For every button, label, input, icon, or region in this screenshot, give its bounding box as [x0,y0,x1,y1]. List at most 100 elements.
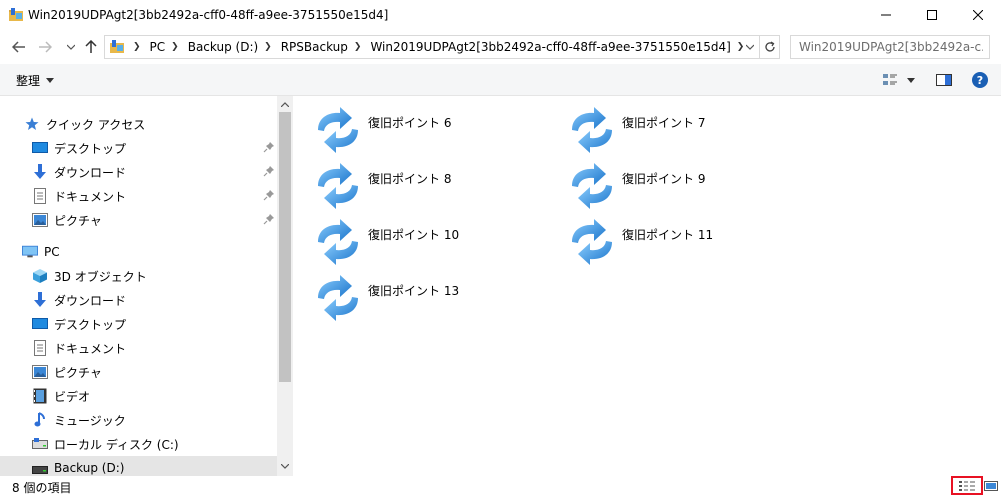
nav-pictures[interactable]: ピクチャ [0,360,277,384]
help-icon: ? [972,72,988,88]
maximize-button[interactable] [909,0,955,30]
breadcrumb-separator-icon[interactable]: ❯ [264,42,272,52]
scrollbar-thumb[interactable] [279,112,291,382]
document-icon [32,340,48,356]
item-label: 復旧ポイント 6 [368,116,452,130]
chevron-down-icon [67,44,75,50]
nav-quick-access[interactable]: クイック アクセス [0,112,277,136]
help-button[interactable]: ? [970,70,990,90]
picture-icon [32,364,48,380]
list-item[interactable]: 復旧ポイント 9 [566,160,806,212]
nav-item-label: ダウンロード [54,293,127,308]
music-icon [32,412,48,428]
view-dropdown-button[interactable] [904,70,918,90]
pin-icon[interactable] [263,141,275,153]
chevron-down-icon [46,78,55,83]
nav-downloads[interactable]: ダウンロード [0,288,277,312]
item-label: 復旧ポイント 9 [622,172,706,186]
organize-button[interactable]: 整理 [16,72,55,89]
address-row: ❯ PC ❯ Backup (D:) ❯ RPSBackup ❯ Win2019… [0,32,1001,62]
breadcrumb-rpsbackup[interactable]: RPSBackup [281,40,348,54]
large-icons-view-button[interactable] [983,476,999,495]
search-input[interactable]: Win2019UDPAgt2[3bb2492a-c... [790,35,990,59]
breadcrumb-separator-icon[interactable]: ❯ [133,42,141,52]
chevron-up-icon [281,101,289,107]
nav-pane-scrollbar[interactable] [277,96,293,476]
download-icon [32,164,48,180]
nav-item-label: ダウンロード [54,165,127,180]
recovery-point-icon [566,216,618,271]
close-button[interactable] [955,0,1001,30]
list-item[interactable]: 復旧ポイント 11 [566,216,806,268]
up-arrow-icon [85,40,97,53]
nav-local-disk-c[interactable]: ローカル ディスク (C:) [0,432,277,456]
nav-3d-objects[interactable]: 3D オブジェクト [0,264,277,288]
breadcrumb-separator-icon[interactable]: ❯ [171,42,179,52]
scroll-down-button[interactable] [277,458,293,474]
item-label: 復旧ポイント 10 [368,228,460,242]
nav-item-label: PC [44,245,60,259]
nav-pictures-pinned[interactable]: ピクチャ [0,208,277,232]
breadcrumb-backup-drive[interactable]: Backup (D:) [188,40,258,54]
nav-music[interactable]: ミュージック [0,408,277,432]
drive-icon [32,436,48,452]
nav-pc[interactable]: PC [0,240,277,264]
video-icon [32,388,48,404]
nav-desktop[interactable]: デスクトップ [0,312,277,336]
address-bar[interactable]: ❯ PC ❯ Backup (D:) ❯ RPSBackup ❯ Win2019… [104,35,780,59]
drive-icon [32,460,48,476]
refresh-button[interactable] [759,36,779,58]
recovery-point-icon [566,104,618,159]
breadcrumb-current-folder[interactable]: Win2019UDPAgt2[3bb2492a-cff0-48ff-a9ee-3… [370,40,730,54]
recovery-point-icon [312,216,364,271]
back-arrow-icon [12,41,25,53]
nav-documents[interactable]: ドキュメント [0,336,277,360]
nav-item-label: デスクトップ [54,141,127,156]
picture-icon [32,212,48,228]
nav-backup-drive-d[interactable]: Backup (D:) [0,456,277,476]
nav-item-label: ビデオ [54,389,91,404]
breadcrumb-pc[interactable]: PC [150,40,166,54]
nav-downloads-pinned[interactable]: ダウンロード [0,160,277,184]
item-label: 復旧ポイント 7 [622,116,706,130]
address-dropdown-button[interactable] [743,40,757,54]
list-item[interactable]: 復旧ポイント 13 [312,272,552,324]
item-label: 復旧ポイント 11 [622,228,714,242]
list-item[interactable]: 復旧ポイント 6 [312,104,552,156]
nav-item-label: ドキュメント [54,341,127,356]
file-list: 復旧ポイント 6 復旧ポイント 7 復旧ポイント 8 復旧ポイント 9 復旧ポイント 1… [294,96,1001,476]
nav-item-label: ピクチャ [54,365,102,380]
details-view-button[interactable] [951,476,983,495]
item-label: 復旧ポイント 8 [368,172,452,186]
pin-icon[interactable] [263,213,275,225]
change-view-button[interactable] [880,70,900,90]
scroll-up-button[interactable] [277,96,293,112]
nav-documents-pinned[interactable]: ドキュメント [0,184,277,208]
back-button[interactable] [10,38,28,56]
pin-icon[interactable] [263,165,275,177]
pin-icon[interactable] [263,189,275,201]
list-item[interactable]: 復旧ポイント 7 [566,104,806,156]
item-label: 復旧ポイント 13 [368,284,460,298]
forward-arrow-icon [39,41,52,53]
download-icon [32,292,48,308]
preview-pane-button[interactable] [934,70,954,90]
nav-videos[interactable]: ビデオ [0,384,277,408]
nav-desktop-pinned[interactable]: デスクトップ [0,136,277,160]
maximize-icon [927,10,937,20]
star-icon [24,116,40,132]
preview-pane-icon [936,74,952,86]
organize-label: 整理 [16,74,41,88]
breadcrumb-separator-icon[interactable]: ❯ [354,42,362,52]
forward-button[interactable] [36,38,54,56]
recovery-point-icon [312,160,364,215]
list-item[interactable]: 復旧ポイント 10 [312,216,552,268]
chevron-down-icon [281,463,289,469]
up-button[interactable] [82,38,100,56]
list-item[interactable]: 復旧ポイント 8 [312,160,552,212]
nav-item-label: デスクトップ [54,317,127,332]
nav-item-label: ミュージック [54,413,126,428]
recent-locations-button[interactable] [62,38,80,56]
folder-app-icon [8,7,24,23]
minimize-button[interactable] [863,0,909,30]
